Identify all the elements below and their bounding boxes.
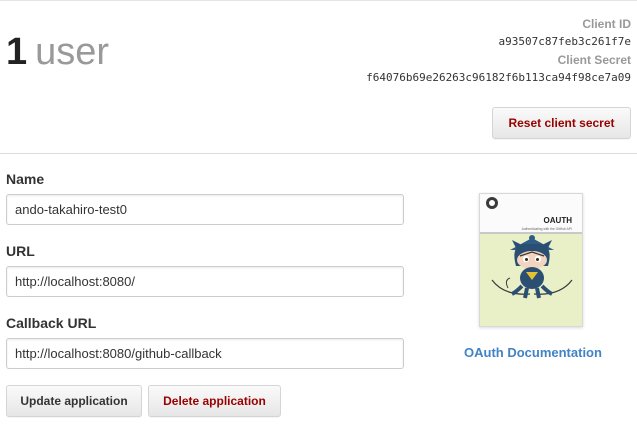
update-application-button[interactable]: Update application (6, 385, 142, 417)
book-title: OAUTH (544, 216, 573, 225)
oauth-book-cover[interactable]: OAUTH Authenticating with the GitHub API (479, 193, 583, 327)
delete-application-button[interactable]: Delete application (148, 385, 281, 417)
url-label: URL (6, 243, 35, 259)
user-count-heading: 1 user (6, 30, 109, 74)
client-id-label: Client ID (582, 17, 631, 31)
client-secret-value: f64076b69e26263c96182f6b113ca94f98ce7a09 (366, 71, 631, 84)
octocat-oauth-illustration-icon: OAUTH Authenticating with the GitHub API (480, 194, 582, 326)
name-label: Name (6, 171, 45, 187)
url-field[interactable] (6, 266, 404, 297)
oauth-documentation-link[interactable]: OAuth Documentation (464, 345, 602, 360)
book-subtitle: Authenticating with the GitHub API (522, 227, 572, 231)
section-divider (0, 153, 637, 154)
reset-client-secret-button[interactable]: Reset client secret (492, 107, 631, 139)
name-field[interactable] (6, 194, 404, 225)
client-secret-label: Client Secret (557, 53, 631, 67)
top-border (0, 0, 637, 1)
user-count-number: 1 (6, 31, 28, 73)
callback-url-field[interactable] (6, 338, 404, 369)
github-octocat-icon (486, 197, 498, 209)
callback-url-label: Callback URL (6, 315, 97, 331)
client-id-value: a93507c87feb3c261f7e (498, 35, 631, 48)
user-count-word: user (35, 31, 110, 73)
